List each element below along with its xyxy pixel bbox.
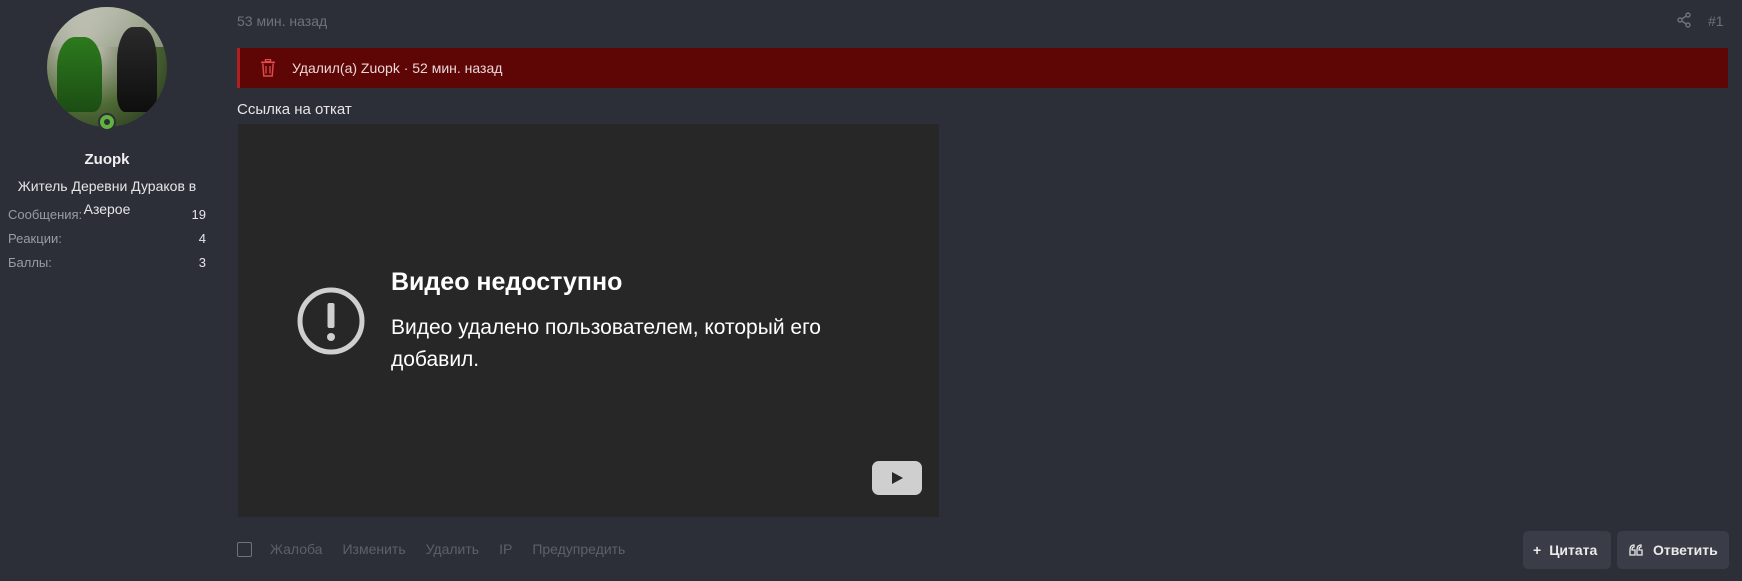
ip-link[interactable]: IP <box>499 541 512 557</box>
stat-label: Реакции: <box>8 231 62 246</box>
trash-icon <box>261 59 275 77</box>
stat-messages: Сообщения: 19 <box>8 207 206 222</box>
avatar-figure-right <box>117 27 157 112</box>
select-checkbox[interactable] <box>237 541 252 557</box>
stat-label: Баллы: <box>8 255 52 270</box>
avatar[interactable] <box>47 7 167 127</box>
post-number[interactable]: #1 <box>1708 13 1724 29</box>
delete-link[interactable]: Удалить <box>426 541 479 557</box>
post-message: Ссылка на откат <box>237 101 352 118</box>
stat-value: 19 <box>191 207 206 222</box>
stat-value: 4 <box>198 231 206 246</box>
youtube-play-icon[interactable] <box>872 461 922 495</box>
warning-icon <box>297 287 365 355</box>
reply-button-label: Ответить <box>1653 542 1718 558</box>
warn-link[interactable]: Предупредить <box>532 541 625 557</box>
plus-icon: + <box>1533 542 1542 558</box>
post-actions: Жалоба Изменить Удалить IP Предупредить <box>237 541 645 557</box>
video-embed[interactable]: Видео недоступно Видео удалено пользоват… <box>238 124 939 517</box>
quote-button[interactable]: + Цитата <box>1523 531 1611 569</box>
quote-marks-icon <box>1629 544 1643 556</box>
quote-button-label: Цитата <box>1549 542 1598 558</box>
stat-label: Сообщения: <box>8 207 83 222</box>
username[interactable]: Zuopk <box>0 151 214 168</box>
stat-reactions: Реакции: 4 <box>8 231 206 246</box>
online-status-icon <box>98 113 116 131</box>
edit-link[interactable]: Изменить <box>342 541 405 557</box>
deleted-notice: Удалил(а) Zuopk · 52 мин. назад <box>237 48 1728 88</box>
stat-points: Баллы: 3 <box>8 255 206 270</box>
report-link[interactable]: Жалоба <box>270 541 322 557</box>
avatar-figure-left <box>57 37 102 112</box>
post-time[interactable]: 53 мин. назад <box>237 13 327 29</box>
stat-value: 3 <box>198 255 206 270</box>
reply-button[interactable]: Ответить <box>1617 531 1729 569</box>
video-unavailable-message: Видео удалено пользователем, который его… <box>391 316 821 371</box>
share-icon[interactable] <box>1676 12 1692 28</box>
deleted-notice-text: Удалил(а) Zuopk · 52 мин. назад <box>292 60 503 76</box>
video-unavailable-title: Видео недоступно <box>391 268 623 296</box>
